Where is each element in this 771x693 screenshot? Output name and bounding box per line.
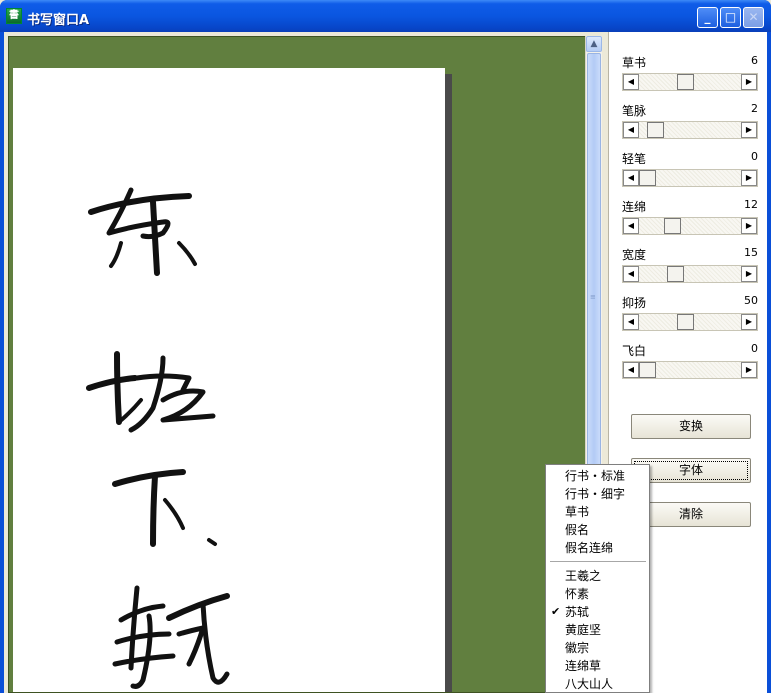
param-slider[interactable]: ◀ ▶ — [622, 217, 758, 235]
font-context-menu: 行书・标准 行书・细字 草书 假名 假名连绵王羲之怀素 ✔ 苏轼黄庭坚徽宗连绵草八大山人 — [545, 464, 650, 693]
slider-left-arrow-icon[interactable]: ◀ — [623, 74, 639, 90]
param-slider[interactable]: ◀ ▶ — [622, 265, 758, 283]
menu-item[interactable]: 怀素 — [546, 585, 649, 603]
param-slider[interactable]: ◀ ▶ — [622, 361, 758, 379]
param-value: 6 — [751, 54, 758, 67]
menu-separator — [550, 561, 646, 562]
menu-item[interactable]: ✔ 苏轼 — [546, 603, 649, 621]
param-label: 草书 — [622, 56, 647, 70]
menu-item-label: 怀素 — [565, 587, 590, 601]
param-slider[interactable]: ◀ ▶ — [622, 169, 758, 187]
slider-knob[interactable] — [677, 74, 694, 90]
param-value: 50 — [744, 294, 758, 307]
writing-canvas[interactable] — [8, 36, 589, 693]
menu-item-label: 八大山人 — [565, 677, 614, 691]
calligraphy-strokes — [86, 187, 230, 689]
slider-right-arrow-icon[interactable]: ▶ — [741, 170, 757, 186]
slider-right-arrow-icon[interactable]: ▶ — [741, 74, 757, 90]
slider-right-arrow-icon[interactable]: ▶ — [741, 362, 757, 378]
slider-left-arrow-icon[interactable]: ◀ — [623, 314, 639, 330]
slider-right-arrow-icon[interactable]: ▶ — [741, 218, 757, 234]
check-icon: ✔ — [551, 605, 561, 618]
param-label: 轻笔 — [622, 152, 647, 166]
transform-button[interactable]: 变换 — [631, 414, 751, 439]
menu-item-label: 连绵草 — [565, 659, 602, 673]
param-value: 0 — [751, 342, 758, 355]
scroll-up-arrow-icon[interactable]: ▲ — [586, 36, 602, 52]
slider-left-arrow-icon[interactable]: ◀ — [623, 218, 639, 234]
app-icon[interactable]: 書 — [6, 8, 22, 24]
param-value: 12 — [744, 198, 758, 211]
param-slider[interactable]: ◀ ▶ — [622, 313, 758, 331]
menu-item[interactable]: 假名连绵 — [546, 539, 649, 557]
menu-item[interactable]: 草书 — [546, 503, 649, 521]
writing-window: 書 书写窗口A _ □ ✕ ▲ ≡ 草书 6 ◀ ▶ 笔脉 2 ◀ ▶ 轻笔 0… — [0, 0, 771, 693]
menu-item-label: 徽宗 — [565, 641, 590, 655]
menu-item[interactable]: 黄庭坚 — [546, 621, 649, 639]
menu-item[interactable]: 假名 — [546, 521, 649, 539]
slider-knob[interactable] — [664, 218, 681, 234]
slider-left-arrow-icon[interactable]: ◀ — [623, 266, 639, 282]
param-label: 抑扬 — [622, 296, 647, 310]
slider-knob[interactable] — [667, 266, 684, 282]
menu-item[interactable]: 连绵草 — [546, 657, 649, 675]
client-area: ▲ ≡ 草书 6 ◀ ▶ 笔脉 2 ◀ ▶ 轻笔 0 ◀ ▶ 连绵 12 ◀ ▶ 宽度 15 ◀ ▶ 抑扬 50 ◀ ▶ 飞白 0… — [4, 32, 767, 693]
slider-left-arrow-icon[interactable]: ◀ — [623, 122, 639, 138]
menu-item[interactable]: 王羲之 — [546, 567, 649, 585]
param-label: 飞白 — [622, 344, 647, 358]
param-slider[interactable]: ◀ ▶ — [622, 121, 758, 139]
slider-left-arrow-icon[interactable]: ◀ — [623, 170, 639, 186]
title-bar[interactable]: 書 书写窗口A _ □ ✕ — [0, 0, 771, 32]
menu-item[interactable]: 行书・标准 — [546, 467, 649, 485]
scroll-grip-icon: ≡ — [590, 293, 596, 301]
param-label: 宽度 — [622, 248, 647, 262]
menu-item-label: 黄庭坚 — [565, 623, 602, 637]
slider-knob[interactable] — [677, 314, 694, 330]
slider-left-arrow-icon[interactable]: ◀ — [623, 362, 639, 378]
slider-right-arrow-icon[interactable]: ▶ — [741, 314, 757, 330]
param-value: 2 — [751, 102, 758, 115]
slider-knob[interactable] — [647, 122, 664, 138]
menu-item[interactable]: 徽宗 — [546, 639, 649, 657]
slider-right-arrow-icon[interactable]: ▶ — [741, 266, 757, 282]
param-value: 0 — [751, 150, 758, 163]
slider-knob[interactable] — [639, 170, 656, 186]
param-label: 连绵 — [622, 200, 647, 214]
close-button[interactable]: ✕ — [743, 7, 764, 28]
slider-right-arrow-icon[interactable]: ▶ — [741, 122, 757, 138]
slider-knob[interactable] — [639, 362, 656, 378]
minimize-button[interactable]: _ — [697, 7, 718, 28]
paper-shadow — [445, 74, 452, 692]
menu-item-label: 王羲之 — [565, 569, 602, 583]
param-value: 15 — [744, 246, 758, 259]
menu-item[interactable]: 八大山人 — [546, 675, 649, 693]
paper-sheet[interactable] — [13, 68, 445, 692]
param-label: 笔脉 — [622, 104, 647, 118]
param-slider[interactable]: ◀ ▶ — [622, 73, 758, 91]
window-title: 书写窗口A — [27, 13, 90, 28]
maximize-button[interactable]: □ — [720, 7, 741, 28]
menu-item[interactable]: 行书・细字 — [546, 485, 649, 503]
menu-item-label: 苏轼 — [565, 605, 590, 619]
